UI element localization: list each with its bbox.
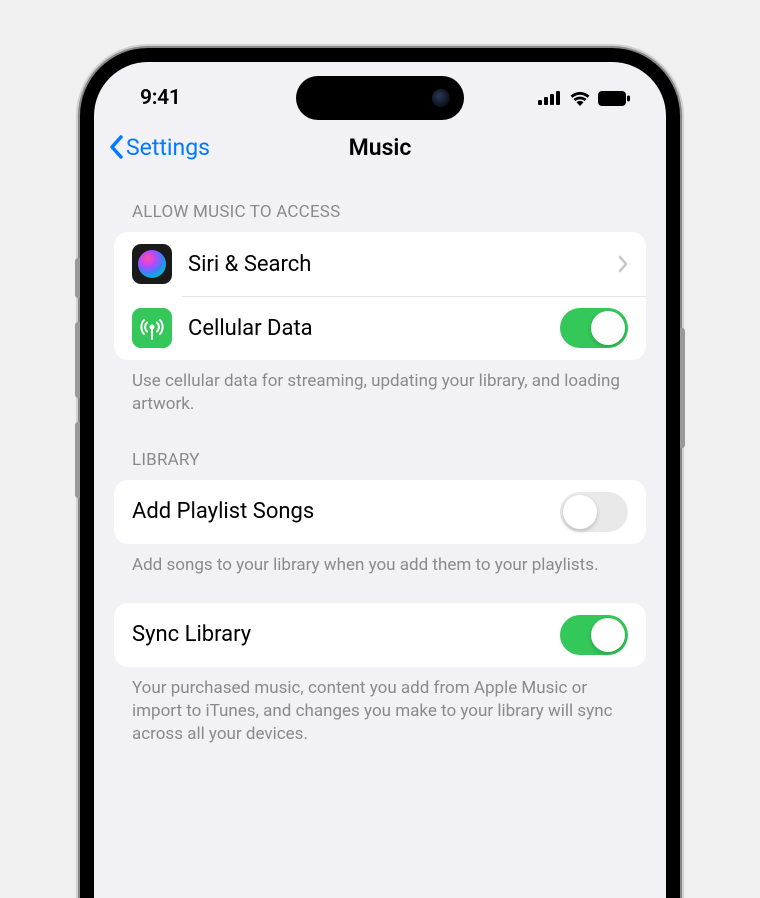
row-siri-search[interactable]: Siri & Search (114, 232, 646, 296)
row-label-add-playlist: Add Playlist Songs (132, 499, 560, 524)
toggle-sync-library[interactable] (560, 615, 628, 655)
row-cellular-data: Cellular Data (114, 296, 646, 360)
footer-sync: Your purchased music, content you add fr… (114, 667, 646, 772)
phone-frame: 9:41 (80, 48, 680, 898)
group-access: Siri & Search (114, 232, 646, 360)
row-label-sync: Sync Library (132, 622, 560, 647)
page-title: Music (349, 134, 412, 161)
row-add-playlist-songs: Add Playlist Songs (114, 480, 646, 544)
row-label-cellular: Cellular Data (188, 316, 560, 341)
chevron-right-icon (618, 255, 628, 273)
section-header-access: ALLOW MUSIC TO ACCESS (114, 194, 646, 232)
footer-cellular: Use cellular data for streaming, updatin… (114, 360, 646, 442)
chevron-left-icon (108, 135, 124, 159)
nav-bar: Settings Music (94, 124, 666, 176)
power-button (680, 328, 685, 448)
group-add-playlist: Add Playlist Songs (114, 480, 646, 544)
status-icons (538, 90, 630, 106)
status-time: 9:41 (140, 86, 181, 110)
wifi-icon (569, 90, 591, 106)
cellular-signal-icon (538, 91, 562, 105)
content: ALLOW MUSIC TO ACCESS Siri & Search (94, 176, 666, 772)
siri-icon (132, 244, 172, 284)
battery-icon (598, 91, 630, 106)
volume-buttons (75, 258, 80, 522)
back-label: Settings (126, 134, 210, 161)
section-header-library: LIBRARY (114, 442, 646, 480)
group-sync-library: Sync Library (114, 603, 646, 667)
toggle-cellular-data[interactable] (560, 308, 628, 348)
screen: 9:41 (94, 62, 666, 898)
toggle-add-playlist-songs[interactable] (560, 492, 628, 532)
footer-add-playlist: Add songs to your library when you add t… (114, 544, 646, 603)
cellular-icon (132, 308, 172, 348)
back-button[interactable]: Settings (108, 134, 210, 161)
row-sync-library: Sync Library (114, 603, 646, 667)
dynamic-island (296, 76, 464, 120)
row-label-siri: Siri & Search (188, 252, 618, 277)
